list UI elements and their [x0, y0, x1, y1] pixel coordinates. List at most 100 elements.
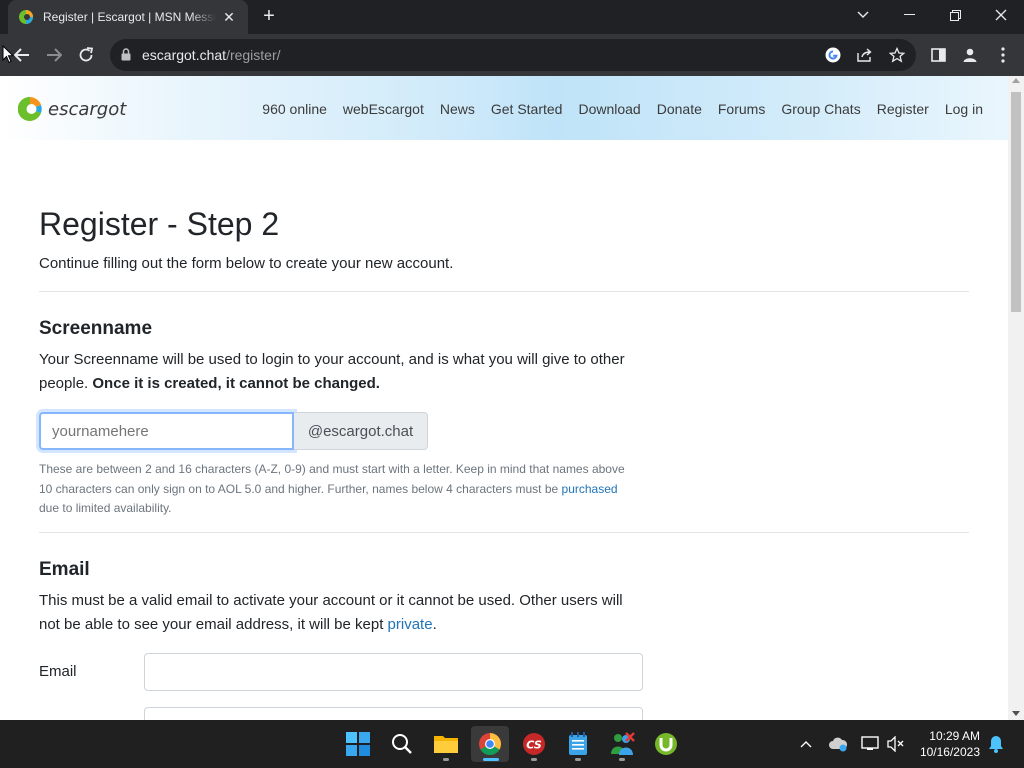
search-icon: [392, 734, 412, 754]
profile-button[interactable]: [960, 45, 980, 65]
email-heading: Email: [39, 559, 90, 580]
side-panel-button[interactable]: [928, 45, 948, 65]
taskbar-search-button[interactable]: [383, 726, 421, 762]
email-input[interactable]: [144, 653, 643, 691]
site-nav: 960 online webEscargot News Get Started …: [246, 101, 983, 117]
network-tray-icon[interactable]: [860, 734, 880, 754]
nav-donate[interactable]: Donate: [657, 101, 702, 117]
taskbar-messenger[interactable]: [603, 726, 641, 762]
minimize-button[interactable]: [886, 0, 932, 30]
nav-group-chats[interactable]: Group Chats: [781, 101, 860, 117]
google-lens-button[interactable]: [823, 46, 843, 64]
taskbar-clock[interactable]: 10:29 AM 10/16/2023: [920, 728, 980, 760]
screenname-domain-suffix: @escargot.chat: [294, 412, 428, 450]
reload-button[interactable]: [72, 41, 100, 69]
folder-icon: [434, 736, 458, 753]
taskbar-utorrent[interactable]: [647, 726, 685, 762]
new-tab-button[interactable]: +: [258, 6, 280, 28]
tab-strip: Register | Escargot | MSN Messenger ✕ +: [0, 0, 1024, 34]
page-subtitle: Continue filling out the form below to c…: [39, 255, 454, 272]
page-scrollbar[interactable]: [1008, 76, 1024, 720]
nav-log-in[interactable]: Log in: [945, 101, 983, 117]
taskbar-chrome[interactable]: [471, 726, 509, 762]
tab-search-button[interactable]: [840, 0, 886, 30]
site-logo[interactable]: escargot: [18, 96, 126, 122]
browser-tab-active[interactable]: Register | Escargot | MSN Messenger ✕: [8, 0, 248, 34]
escargot-logo-icon: [18, 96, 42, 121]
reload-icon: [79, 47, 94, 62]
cs-app-icon: CS: [523, 733, 545, 755]
onedrive-tray-icon[interactable]: [828, 734, 848, 754]
nav-news[interactable]: News: [440, 101, 475, 117]
taskbar-cs-app[interactable]: CS: [515, 726, 553, 762]
active-indicator: [483, 758, 499, 761]
scroll-down-arrow-icon[interactable]: [1012, 711, 1020, 716]
browser-toolbar: escargot.chat/register/: [0, 34, 1024, 76]
user-icon: [963, 48, 977, 62]
svg-text:CS: CS: [526, 739, 542, 752]
arrow-right-icon: [47, 48, 62, 62]
forward-button[interactable]: [40, 41, 68, 69]
browser-menu-button[interactable]: [993, 45, 1013, 65]
bell-icon: [989, 736, 1003, 753]
minimize-icon: [903, 14, 915, 15]
notifications-button[interactable]: [986, 734, 1006, 754]
chevron-up-icon: [800, 741, 812, 748]
chevron-down-icon: [857, 11, 869, 18]
purchased-link[interactable]: purchased: [562, 482, 618, 496]
screenname-input[interactable]: [39, 412, 294, 450]
running-indicator: [575, 758, 581, 761]
google-icon: [825, 47, 841, 63]
email-desc-end: .: [432, 616, 437, 633]
nav-get-started[interactable]: Get Started: [491, 101, 563, 117]
star-icon: [889, 47, 905, 63]
chrome-icon: [479, 733, 501, 755]
running-indicator: [531, 758, 537, 761]
email-desc-text: This must be a valid email to activate y…: [39, 592, 623, 633]
email-label: Email: [39, 663, 77, 680]
page-title: Register - Step 2: [39, 206, 280, 242]
screenname-input-group: @escargot.chat: [39, 412, 428, 450]
volume-tray-icon[interactable]: [886, 734, 906, 754]
share-icon: [857, 48, 872, 62]
kebab-menu-icon: [1001, 47, 1005, 63]
screenname-desc-warning: Once it is created, it cannot be changed…: [92, 375, 380, 392]
start-button[interactable]: [339, 726, 377, 762]
utorrent-icon: [655, 733, 677, 755]
close-window-button[interactable]: [978, 0, 1024, 30]
bookmark-button[interactable]: [887, 46, 907, 64]
nav-forums[interactable]: Forums: [718, 101, 765, 117]
side-panel-icon: [930, 48, 946, 62]
scroll-up-arrow-icon[interactable]: [1012, 78, 1020, 83]
scrollbar-thumb[interactable]: [1011, 92, 1021, 312]
show-hidden-icons-button[interactable]: [796, 734, 816, 754]
share-button[interactable]: [855, 46, 875, 64]
msn-messenger-icon: [611, 732, 635, 755]
logo-wordmark: escargot: [48, 98, 127, 120]
privacy-link[interactable]: private: [388, 616, 433, 633]
next-field-input[interactable]: [144, 707, 643, 720]
windows-taskbar: CS 10:29 AM 10/16/2023: [0, 720, 1024, 768]
tab-title: Register | Escargot | MSN Messenger: [43, 10, 216, 24]
nav-register[interactable]: Register: [877, 101, 929, 117]
running-indicator: [619, 758, 625, 761]
clock-date: 10/16/2023: [919, 745, 980, 759]
windows-logo-icon: [346, 732, 370, 756]
taskbar-file-explorer[interactable]: [427, 726, 465, 762]
speaker-muted-icon: [887, 736, 904, 752]
nav-online-count[interactable]: 960 online: [262, 101, 327, 117]
address-bar[interactable]: escargot.chat/register/: [110, 39, 916, 71]
screenname-heading: Screenname: [39, 318, 153, 339]
site-header: escargot 960 online webEscargot News Get…: [0, 76, 1008, 140]
email-description: This must be a valid email to activate y…: [39, 589, 639, 637]
nav-download[interactable]: Download: [578, 101, 640, 117]
notepad-icon: [569, 732, 587, 755]
page-viewport: escargot 960 online webEscargot News Get…: [0, 76, 1024, 720]
url-text: escargot.chat/register/: [142, 47, 281, 63]
restore-button[interactable]: [932, 0, 978, 30]
taskbar-notepad[interactable]: [559, 726, 597, 762]
nav-webescargot[interactable]: webEscargot: [343, 101, 424, 117]
tab-close-icon[interactable]: ✕: [220, 9, 238, 26]
escargot-favicon-icon: [19, 10, 33, 24]
cloud-icon: [829, 737, 848, 752]
